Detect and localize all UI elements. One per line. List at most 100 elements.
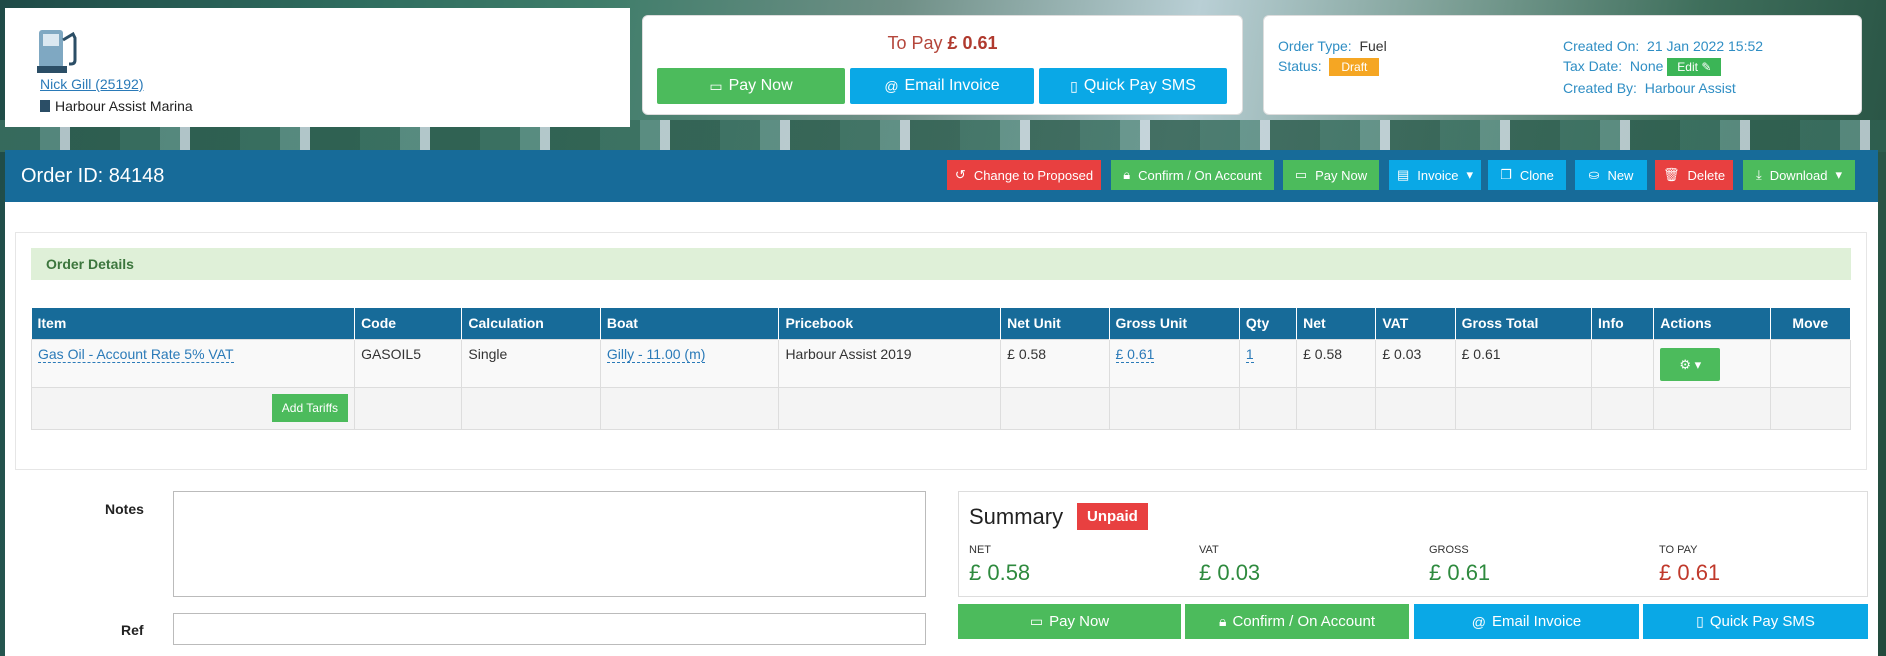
qty-editable[interactable]: 1 (1245, 345, 1254, 363)
email-invoice-label: Email Invoice (904, 77, 1000, 94)
bottom-confirm-on-account-label: Confirm / On Account (1232, 613, 1375, 630)
phone-icon: ▯ (1696, 613, 1704, 629)
bottom-email-invoice-button[interactable]: @ Email Invoice (1414, 604, 1639, 639)
add-tariffs-button[interactable]: Add Tariffs (271, 393, 349, 422)
bottom-pay-now-button[interactable]: ▭ Pay Now (958, 604, 1181, 639)
cell-gross-total: £ 0.61 (1454, 338, 1593, 388)
cell-pricebook: Harbour Assist 2019 (778, 338, 1002, 388)
at-icon: @ (884, 78, 899, 94)
col-net-unit: Net Unit (1000, 308, 1110, 339)
order-type-label: Order Type: (1278, 38, 1352, 54)
toolbar-pay-now-label: Pay Now (1315, 167, 1368, 183)
confirm-on-account-button[interactable]: 🔒︎ Confirm / On Account (1111, 160, 1274, 190)
created-on-value: 21 Jan 2022 15:52 (1647, 38, 1764, 54)
quick-pay-sms-button[interactable]: ▯ Quick Pay SMS (1039, 68, 1227, 104)
marina-name: Harbour Assist Marina (40, 98, 193, 114)
delete-button[interactable]: 🗑︎ Delete (1655, 160, 1733, 190)
net-value: £ 0.58 (969, 560, 1031, 585)
boat-link[interactable]: Gilly - 11.00 (m) (606, 345, 706, 363)
cash-icon: ▭ (709, 77, 723, 94)
col-pricebook: Pricebook (778, 308, 1002, 339)
col-gross-unit: Gross Unit (1109, 308, 1240, 339)
row-actions-button[interactable]: ⚙ ▾ (1660, 347, 1721, 381)
empty-cell (599, 386, 780, 430)
notes-textarea[interactable] (173, 491, 926, 597)
edit-tax-date-button[interactable]: Edit ✎ (1667, 58, 1722, 76)
order-id-title: Order ID: 84148 (21, 165, 165, 187)
item-link[interactable]: Gas Oil - Account Rate 5% VAT (38, 345, 234, 363)
customer-link[interactable]: Nick Gill (25192) (40, 76, 143, 92)
to-pay-value: £ 0.61 (947, 33, 998, 53)
pencil-icon: ✎ (1701, 60, 1712, 74)
ref-input[interactable] (173, 613, 926, 645)
empty-cell (1296, 386, 1377, 430)
bottom-email-invoice-label: Email Invoice (1492, 613, 1582, 630)
cell-net: £ 0.58 (1296, 338, 1377, 388)
order-items-table: Item Code Calculation Boat Pricebook Net… (30, 308, 1852, 430)
to-pay-amount: To Pay £ 0.61 (643, 33, 1242, 54)
status-label: Status: (1278, 58, 1322, 74)
created-by-value: Harbour Assist (1644, 80, 1736, 96)
col-calculation: Calculation (461, 308, 601, 339)
empty-cell (1375, 386, 1456, 430)
new-button[interactable]: ⛀ New (1575, 160, 1647, 190)
invoice-label: Invoice (1417, 167, 1459, 183)
email-invoice-button[interactable]: @ Email Invoice (850, 68, 1034, 104)
order-type-row: Order Type: Fuel (1278, 38, 1387, 54)
net-label: NET (969, 544, 991, 556)
cell-gross-unit: £ 0.61 (1108, 338, 1240, 388)
new-label: New (1607, 167, 1634, 183)
tax-date-label: Tax Date: (1563, 58, 1623, 74)
tax-date-value: None (1629, 58, 1664, 74)
col-info: Info (1591, 308, 1655, 339)
add-tariffs-row: Add Tariffs (30, 386, 1852, 430)
gross-label: GROSS (1429, 544, 1469, 556)
pay-now-button[interactable]: ▭ Pay Now (657, 68, 845, 104)
order-type-value: Fuel (1359, 38, 1387, 54)
cell-vat: £ 0.03 (1375, 338, 1456, 388)
col-qty: Qty (1239, 308, 1298, 339)
cell-item: Gas Oil - Account Rate 5% VAT (30, 338, 356, 388)
caret-down-icon: ▾ (1466, 167, 1474, 182)
download-dropdown-button[interactable]: ⤓ Download ▾ (1743, 160, 1855, 190)
created-by-label: Created By: (1563, 80, 1637, 96)
lock-icon: 🔒︎ (1218, 613, 1227, 629)
empty-cell (1238, 386, 1298, 430)
empty-cell (1591, 386, 1655, 430)
created-by-row: Created By: Harbour Assist (1563, 80, 1736, 96)
bottom-confirm-on-account-button[interactable]: 🔒︎ Confirm / On Account (1185, 604, 1409, 639)
cash-icon: ▭ (1294, 167, 1308, 182)
order-details-panel: Order Details Item Code Calculation Boat… (15, 232, 1867, 470)
clone-label: Clone (1519, 167, 1554, 183)
marina-label: Harbour Assist Marina (55, 98, 193, 114)
to-pay-label: TO PAY (1659, 544, 1698, 556)
change-to-proposed-button[interactable]: ↺ Change to Proposed (947, 160, 1101, 190)
basket-icon: ⛀ (1588, 167, 1600, 182)
cell-calculation: Single (461, 338, 601, 388)
cell-net-unit: £ 0.58 (1000, 338, 1110, 388)
building-icon (40, 100, 50, 112)
summary-panel: Summary Unpaid NET £ 0.58 VAT £ 0.03 GRO… (958, 491, 1868, 597)
pay-now-label: Pay Now (728, 77, 793, 94)
cell-move (1769, 338, 1852, 388)
empty-cell (461, 386, 601, 430)
cell-actions: ⚙ ▾ (1653, 338, 1771, 388)
col-actions: Actions (1653, 308, 1771, 339)
clone-button[interactable]: ❐ Clone (1488, 160, 1566, 190)
summary-title: Summary (969, 504, 1064, 529)
vat-label: VAT (1199, 544, 1219, 556)
change-to-proposed-label: Change to Proposed (973, 167, 1094, 183)
cell-boat: Gilly - 11.00 (m) (599, 338, 780, 388)
toolbar-pay-now-button[interactable]: ▭ Pay Now (1283, 160, 1379, 190)
bottom-quick-pay-sms-button[interactable]: ▯ Quick Pay SMS (1643, 604, 1868, 639)
notes-label: Notes (105, 501, 144, 517)
gears-icon: ⚙ (1679, 356, 1691, 372)
cell-code: GASOIL5 (354, 338, 463, 388)
tax-date-row: Tax Date: None Edit ✎ (1563, 58, 1722, 76)
col-item: Item (31, 308, 356, 339)
customer-card: Nick Gill (25192) Harbour Assist Marina (5, 8, 630, 127)
order-meta-panel: Order Type: Fuel Status: Draft Created O… (1263, 15, 1862, 115)
lock-icon: 🔒︎ (1123, 167, 1131, 182)
gross-unit-editable[interactable]: £ 0.61 (1115, 345, 1155, 363)
invoice-dropdown-button[interactable]: ▤ Invoice ▾ (1389, 160, 1481, 190)
